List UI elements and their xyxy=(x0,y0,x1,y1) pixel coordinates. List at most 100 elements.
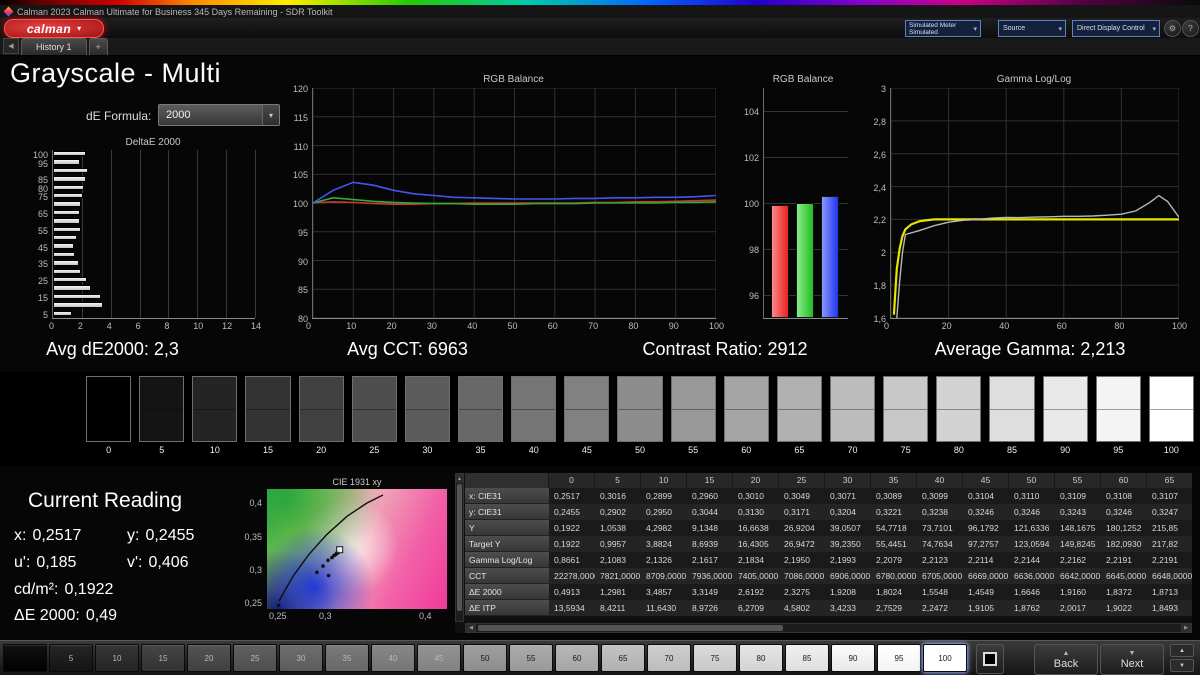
table-cell: 0,3110 xyxy=(1014,491,1040,501)
table-row-label: CCT xyxy=(465,568,549,584)
de-formula-dropdown[interactable]: 2000 ▾ xyxy=(158,104,280,126)
patch-level-label: 0 xyxy=(106,445,112,455)
pattern-level-button[interactable]: 65 xyxy=(601,644,645,672)
help-button[interactable]: ? xyxy=(1182,20,1199,37)
tab-history-1[interactable]: History 1 xyxy=(21,38,87,55)
pattern-level-button[interactable]: 75 xyxy=(693,644,737,672)
next-label: Next xyxy=(1120,657,1144,670)
gridline xyxy=(226,150,228,318)
next-button[interactable]: ▼ Next xyxy=(1100,644,1164,675)
table-column-header: 30 xyxy=(825,473,871,488)
calman-app-icon xyxy=(3,6,14,17)
meter-dropdown[interactable]: Simulated Meter Simulated ▾ xyxy=(905,20,981,37)
patch-seam xyxy=(884,409,928,410)
pattern-level-button[interactable]: 60 xyxy=(555,644,599,672)
pattern-level-button[interactable]: 15 xyxy=(141,644,185,672)
gear-icon: ⚙ xyxy=(1168,24,1177,33)
deltae-y-axis: 100 95 85 80 75 65 55 45 35 25 15 5 xyxy=(26,150,50,320)
patch-level-label: 65 xyxy=(794,445,805,455)
table-cell: 8,6939 xyxy=(692,539,718,549)
source-dropdown[interactable]: Source ▾ xyxy=(998,20,1066,37)
back-button[interactable]: ▲ Back xyxy=(1034,644,1098,675)
pattern-level-button[interactable]: 70 xyxy=(647,644,691,672)
table-row-label: Y xyxy=(465,520,549,536)
pattern-level-button[interactable]: 90 xyxy=(831,644,875,672)
table-horizontal-scrollbar[interactable]: ◀ ▶ xyxy=(465,623,1192,633)
pattern-level-button[interactable]: 85 xyxy=(785,644,829,672)
patch-level-label: 5 xyxy=(159,445,165,455)
patch-seam xyxy=(1096,409,1140,410)
pattern-level-button[interactable]: 30 xyxy=(279,644,323,672)
table-cell: 2,2114 xyxy=(968,555,994,565)
patch-level-label: 20 xyxy=(316,445,327,455)
scroll-track[interactable] xyxy=(785,624,1182,632)
pattern-level-button[interactable]: 5 xyxy=(49,644,93,672)
x-value: 0,2517 xyxy=(32,527,82,544)
y-axis-label: 115 xyxy=(293,112,308,123)
x-axis-label: 40 xyxy=(999,321,1010,331)
vertical-scroll-thumb[interactable] xyxy=(457,484,462,611)
page-down-button[interactable]: ▼ xyxy=(1170,659,1194,672)
patch-level-label: 95 xyxy=(1113,445,1124,455)
pattern-level-button[interactable]: 40 xyxy=(371,644,415,672)
pattern-level-button[interactable]: 95 xyxy=(877,644,921,672)
patch-level-label: 75 xyxy=(900,445,911,455)
patch-level-label: 100 xyxy=(1163,445,1179,455)
x-axis-label: 100 xyxy=(1172,321,1188,331)
y-axis-label: 45 xyxy=(37,242,48,253)
calman-menu-button[interactable]: calman ▾ xyxy=(4,19,104,38)
patch-level-label: 35 xyxy=(475,445,486,455)
pattern-level-button[interactable]: 100 xyxy=(923,644,967,672)
pattern-window-button[interactable] xyxy=(976,644,1004,674)
pattern-level-button[interactable]: 35 xyxy=(325,644,369,672)
scroll-left-icon[interactable]: ◀ xyxy=(466,624,476,632)
page-up-button[interactable]: ▲ xyxy=(1170,644,1194,657)
table-cell: 55,4451 xyxy=(876,539,907,549)
table-cell: 0,3107 xyxy=(1152,491,1178,501)
tab-scroll-left-button[interactable]: ◀ xyxy=(3,38,19,54)
table-cell: 2,2079 xyxy=(876,555,902,565)
patch-level-label: 25 xyxy=(369,445,380,455)
meter-dropdown-line2: Simulated xyxy=(909,28,938,36)
patch-seam xyxy=(830,409,875,410)
display-control-dropdown[interactable]: Direct Display Control ▾ xyxy=(1072,20,1160,37)
patch-seam xyxy=(458,409,503,410)
step-next-icon: ▼ xyxy=(1128,649,1136,657)
table-cell: 0,1922 xyxy=(554,539,580,549)
pattern-level-button[interactable]: 55 xyxy=(509,644,553,672)
scroll-right-icon[interactable]: ▶ xyxy=(1181,624,1191,632)
pattern-level-button[interactable] xyxy=(3,644,47,672)
rgb-line-y-axis: 120 115 110 105 100 95 90 85 80 xyxy=(284,84,310,324)
horizontal-scroll-thumb[interactable] xyxy=(478,625,783,631)
table-corner-cell xyxy=(465,473,549,488)
table-cell: 0,2960 xyxy=(692,491,718,501)
table-vertical-scrollbar[interactable]: ▲ xyxy=(455,473,464,622)
table-cell: 6705,0000 xyxy=(922,571,963,581)
pattern-level-button[interactable]: 25 xyxy=(233,644,277,672)
table-cell: 8,4211 xyxy=(600,603,626,613)
table-row: y: CIE31 0,2455 0,2902 0,2950 0,3044 0,3130 0,… xyxy=(465,504,1192,520)
pattern-level-button[interactable]: 50 xyxy=(463,644,507,672)
table-row: Gamma Log/Log 0,8661 2,1083 2,1326 2,1617 2,1… xyxy=(465,552,1192,568)
settings-button[interactable]: ⚙ xyxy=(1164,20,1181,37)
patch-seam xyxy=(777,409,821,410)
table-cell: 0,2902 xyxy=(600,507,626,517)
pattern-level-button[interactable]: 80 xyxy=(739,644,783,672)
scroll-up-icon[interactable]: ▲ xyxy=(456,474,463,483)
pattern-level-button[interactable]: 10 xyxy=(95,644,139,672)
x-axis-label: 12 xyxy=(222,321,233,331)
rgb-balance-line-svg xyxy=(312,87,717,319)
table-cell: 3,3149 xyxy=(692,587,718,597)
grayscale-patch-strip: Actual Target 05101520253035404550556065… xyxy=(0,372,1200,466)
table-cell: 54,7718 xyxy=(876,523,907,533)
gridline xyxy=(168,150,170,318)
pattern-level-button[interactable]: 20 xyxy=(187,644,231,672)
calman-app-window: Calman 2023 Calman Ultimate for Business… xyxy=(0,0,1200,675)
y-axis-label: 15 xyxy=(37,293,48,303)
pattern-level-button[interactable]: 45 xyxy=(417,644,461,672)
add-tab-button[interactable]: + xyxy=(88,38,108,55)
table-cell: 0,3010 xyxy=(738,491,764,501)
y-axis-label: 85 xyxy=(297,285,308,296)
cie-chart-title: CIE 1931 xy xyxy=(332,477,382,487)
deltae-bar xyxy=(53,243,74,249)
